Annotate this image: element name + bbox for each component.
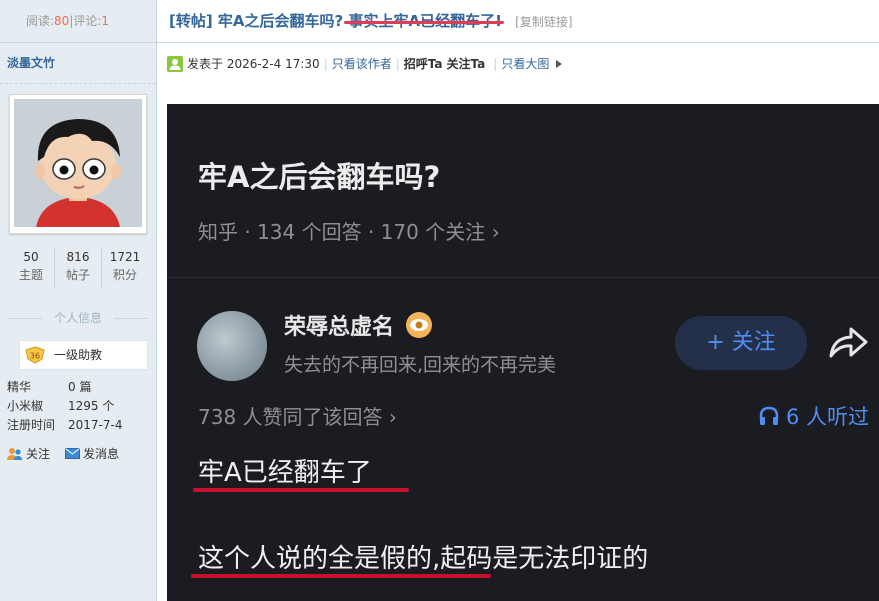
- stat-value: 1721: [109, 250, 141, 264]
- info-key: 精华: [7, 380, 32, 394]
- thread-stats: 阅读:80|评论:1: [0, 0, 156, 43]
- send-message-button[interactable]: 发消息: [65, 445, 119, 462]
- comment-label: 评论:: [73, 14, 102, 28]
- answer-author-avatar: [197, 311, 267, 381]
- info-row: 小米椒 1295 个: [7, 397, 122, 416]
- users-icon: [7, 447, 22, 460]
- big-image-link[interactable]: 只看大图: [501, 43, 549, 85]
- user-actions: 关注 发消息: [7, 445, 134, 462]
- headphones-icon: [759, 406, 779, 425]
- answer-author-signature: 失去的不再回来,回来的不再完美: [284, 354, 557, 376]
- author-name[interactable]: 淡墨文竹: [0, 43, 156, 84]
- stat-threads[interactable]: 50 主题: [8, 248, 54, 288]
- avatar[interactable]: [9, 94, 147, 234]
- envelope-icon: [65, 448, 81, 459]
- read-count: 80: [54, 14, 70, 28]
- post-title: [转帖] 牢A之后会翻车吗? 事实上牢A已经翻车了! [复制链接]: [157, 0, 879, 43]
- info-key: 注册时间: [7, 418, 56, 432]
- red-underline: [193, 488, 409, 492]
- question-title: 牢A之后会翻车吗?: [198, 160, 441, 194]
- play-arrow-icon[interactable]: [555, 59, 563, 69]
- stat-points[interactable]: 1721 积分: [101, 248, 148, 288]
- rank-title: 一级助教: [54, 348, 103, 362]
- answer-author-name: 荣辱总虚名: [284, 315, 395, 340]
- avatar-cartoon-icon: [14, 99, 142, 227]
- post-meta: 发表于 2026-2-4 17:30 | 只看该作者 | 招呼Ta 关注Ta |…: [157, 43, 879, 85]
- post-date: 发表于 2026-2-4 17:30: [187, 57, 320, 71]
- follow-user-button[interactable]: 关注: [7, 445, 50, 462]
- stat-value: 816: [66, 250, 90, 264]
- info-key: 小米椒: [7, 399, 44, 413]
- listen-text: 6 人听过: [785, 405, 869, 429]
- answer-text-line: 牢A已经翻车了: [198, 458, 372, 488]
- user-info: 精华 0 篇 小米椒 1295 个 注册时间 2017-7-4: [7, 378, 122, 435]
- post-area: [转帖] 牢A之后会翻车吗? 事实上牢A已经翻车了! [复制链接] 发表于 20…: [157, 0, 879, 601]
- author-sidebar: 阅读:80|评论:1 淡墨文竹 50 主题 816 帖子 1721 积分 个人信…: [0, 0, 157, 601]
- rank-shield-icon: 36: [25, 346, 45, 364]
- comment-count: 1: [101, 14, 110, 28]
- answer-author: 荣辱总虚名: [284, 309, 434, 341]
- user-stats: 50 主题 816 帖子 1721 积分: [8, 248, 148, 288]
- likes-count: 738 人赞同了该回答 ›: [198, 405, 397, 429]
- post-title-main: [转帖] 牢A之后会翻车吗?: [169, 12, 344, 30]
- listen-count: 6 人听过: [758, 401, 869, 431]
- stat-value: 50: [23, 250, 39, 264]
- rank-level: 36: [30, 352, 40, 361]
- greet-link[interactable]: 招呼Ta: [404, 43, 443, 85]
- stat-label: 主题: [18, 268, 43, 282]
- rank-badge: 36 一级助教: [19, 340, 148, 370]
- answer-text-line: 这个人说的全是假的,起码是无法印证的: [198, 544, 649, 574]
- info-value: 1295 个: [68, 399, 115, 413]
- info-row: 精华 0 篇: [7, 378, 122, 397]
- copy-link-button[interactable]: [复制链接]: [515, 15, 572, 29]
- info-value: 2017-7-4: [68, 418, 123, 432]
- question-meta: 知乎 · 134 个回答 · 170 个关注 ›: [198, 220, 500, 244]
- only-author-link[interactable]: 只看该作者: [332, 43, 392, 85]
- embedded-screenshot[interactable]: 牢A之后会翻车吗? 知乎 · 134 个回答 · 170 个关注 › 荣辱总虚名…: [167, 104, 879, 601]
- follow-label: 关注: [26, 447, 51, 461]
- message-label: 发消息: [83, 447, 120, 461]
- online-user-icon: [167, 56, 183, 72]
- stat-posts[interactable]: 816 帖子: [54, 248, 101, 288]
- stat-label: 积分: [112, 268, 137, 282]
- separator-line: [167, 277, 879, 278]
- personal-info-heading: 个人信息: [8, 310, 148, 326]
- share-arrow-icon: [829, 327, 868, 358]
- zhihu-follow-button: + 关注: [675, 316, 807, 370]
- stat-label: 帖子: [65, 268, 90, 282]
- post-title-highlight: 事实上牢A已经翻车了!: [348, 12, 502, 30]
- read-label: 阅读:: [26, 14, 55, 28]
- info-value: 0 篇: [68, 380, 92, 394]
- eye-badge-icon: [406, 312, 433, 338]
- follow-link[interactable]: 关注Ta: [447, 43, 486, 85]
- info-row: 注册时间 2017-7-4: [7, 416, 122, 435]
- red-underline: [191, 574, 491, 578]
